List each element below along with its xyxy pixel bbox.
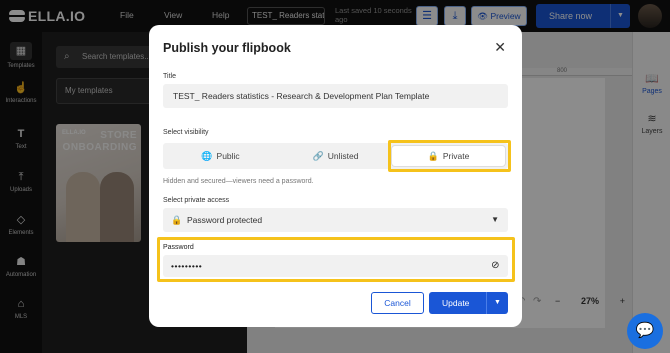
access-label: Select private access (163, 197, 230, 204)
update-dropdown-button[interactable]: ▼ (486, 292, 508, 314)
visibility-option-public[interactable]: 🌐 Public (163, 143, 278, 169)
chevron-down-icon: ▼ (491, 215, 499, 224)
update-label: Update (442, 298, 470, 308)
update-button[interactable]: Update ▼ (429, 292, 508, 314)
chat-button[interactable]: 💬 (627, 313, 663, 349)
visibility-option-unlisted[interactable]: 🔗 Unlisted (278, 143, 393, 169)
cancel-button[interactable]: Cancel (371, 292, 424, 314)
option-label: Public (216, 151, 240, 161)
dialog-title: Publish your flipbook (163, 41, 291, 55)
visibility-hint: Hidden and secured—viewers need a passwo… (163, 178, 314, 185)
private-access-select[interactable]: 🔒 Password protected ▼ (163, 208, 508, 232)
title-input[interactable]: TEST_ Readers statistics - Research & De… (163, 84, 508, 108)
publish-dialog: Publish your flipbook ✕ Title TEST_ Read… (149, 25, 522, 327)
visibility-label: Select visibility (163, 129, 209, 136)
link-icon: 🔗 (312, 151, 324, 161)
access-value: Password protected (187, 215, 263, 225)
caret-down-icon: ▼ (494, 299, 501, 306)
option-label: Unlisted (327, 151, 359, 161)
highlight-private-option (388, 140, 511, 172)
title-label: Title (163, 73, 176, 80)
globe-icon: 🌐 (201, 151, 213, 161)
lock-icon: 🔒 (171, 215, 183, 225)
chat-icon: 💬 (635, 322, 655, 339)
highlight-password-field (157, 237, 515, 282)
close-icon[interactable]: ✕ (494, 39, 506, 56)
